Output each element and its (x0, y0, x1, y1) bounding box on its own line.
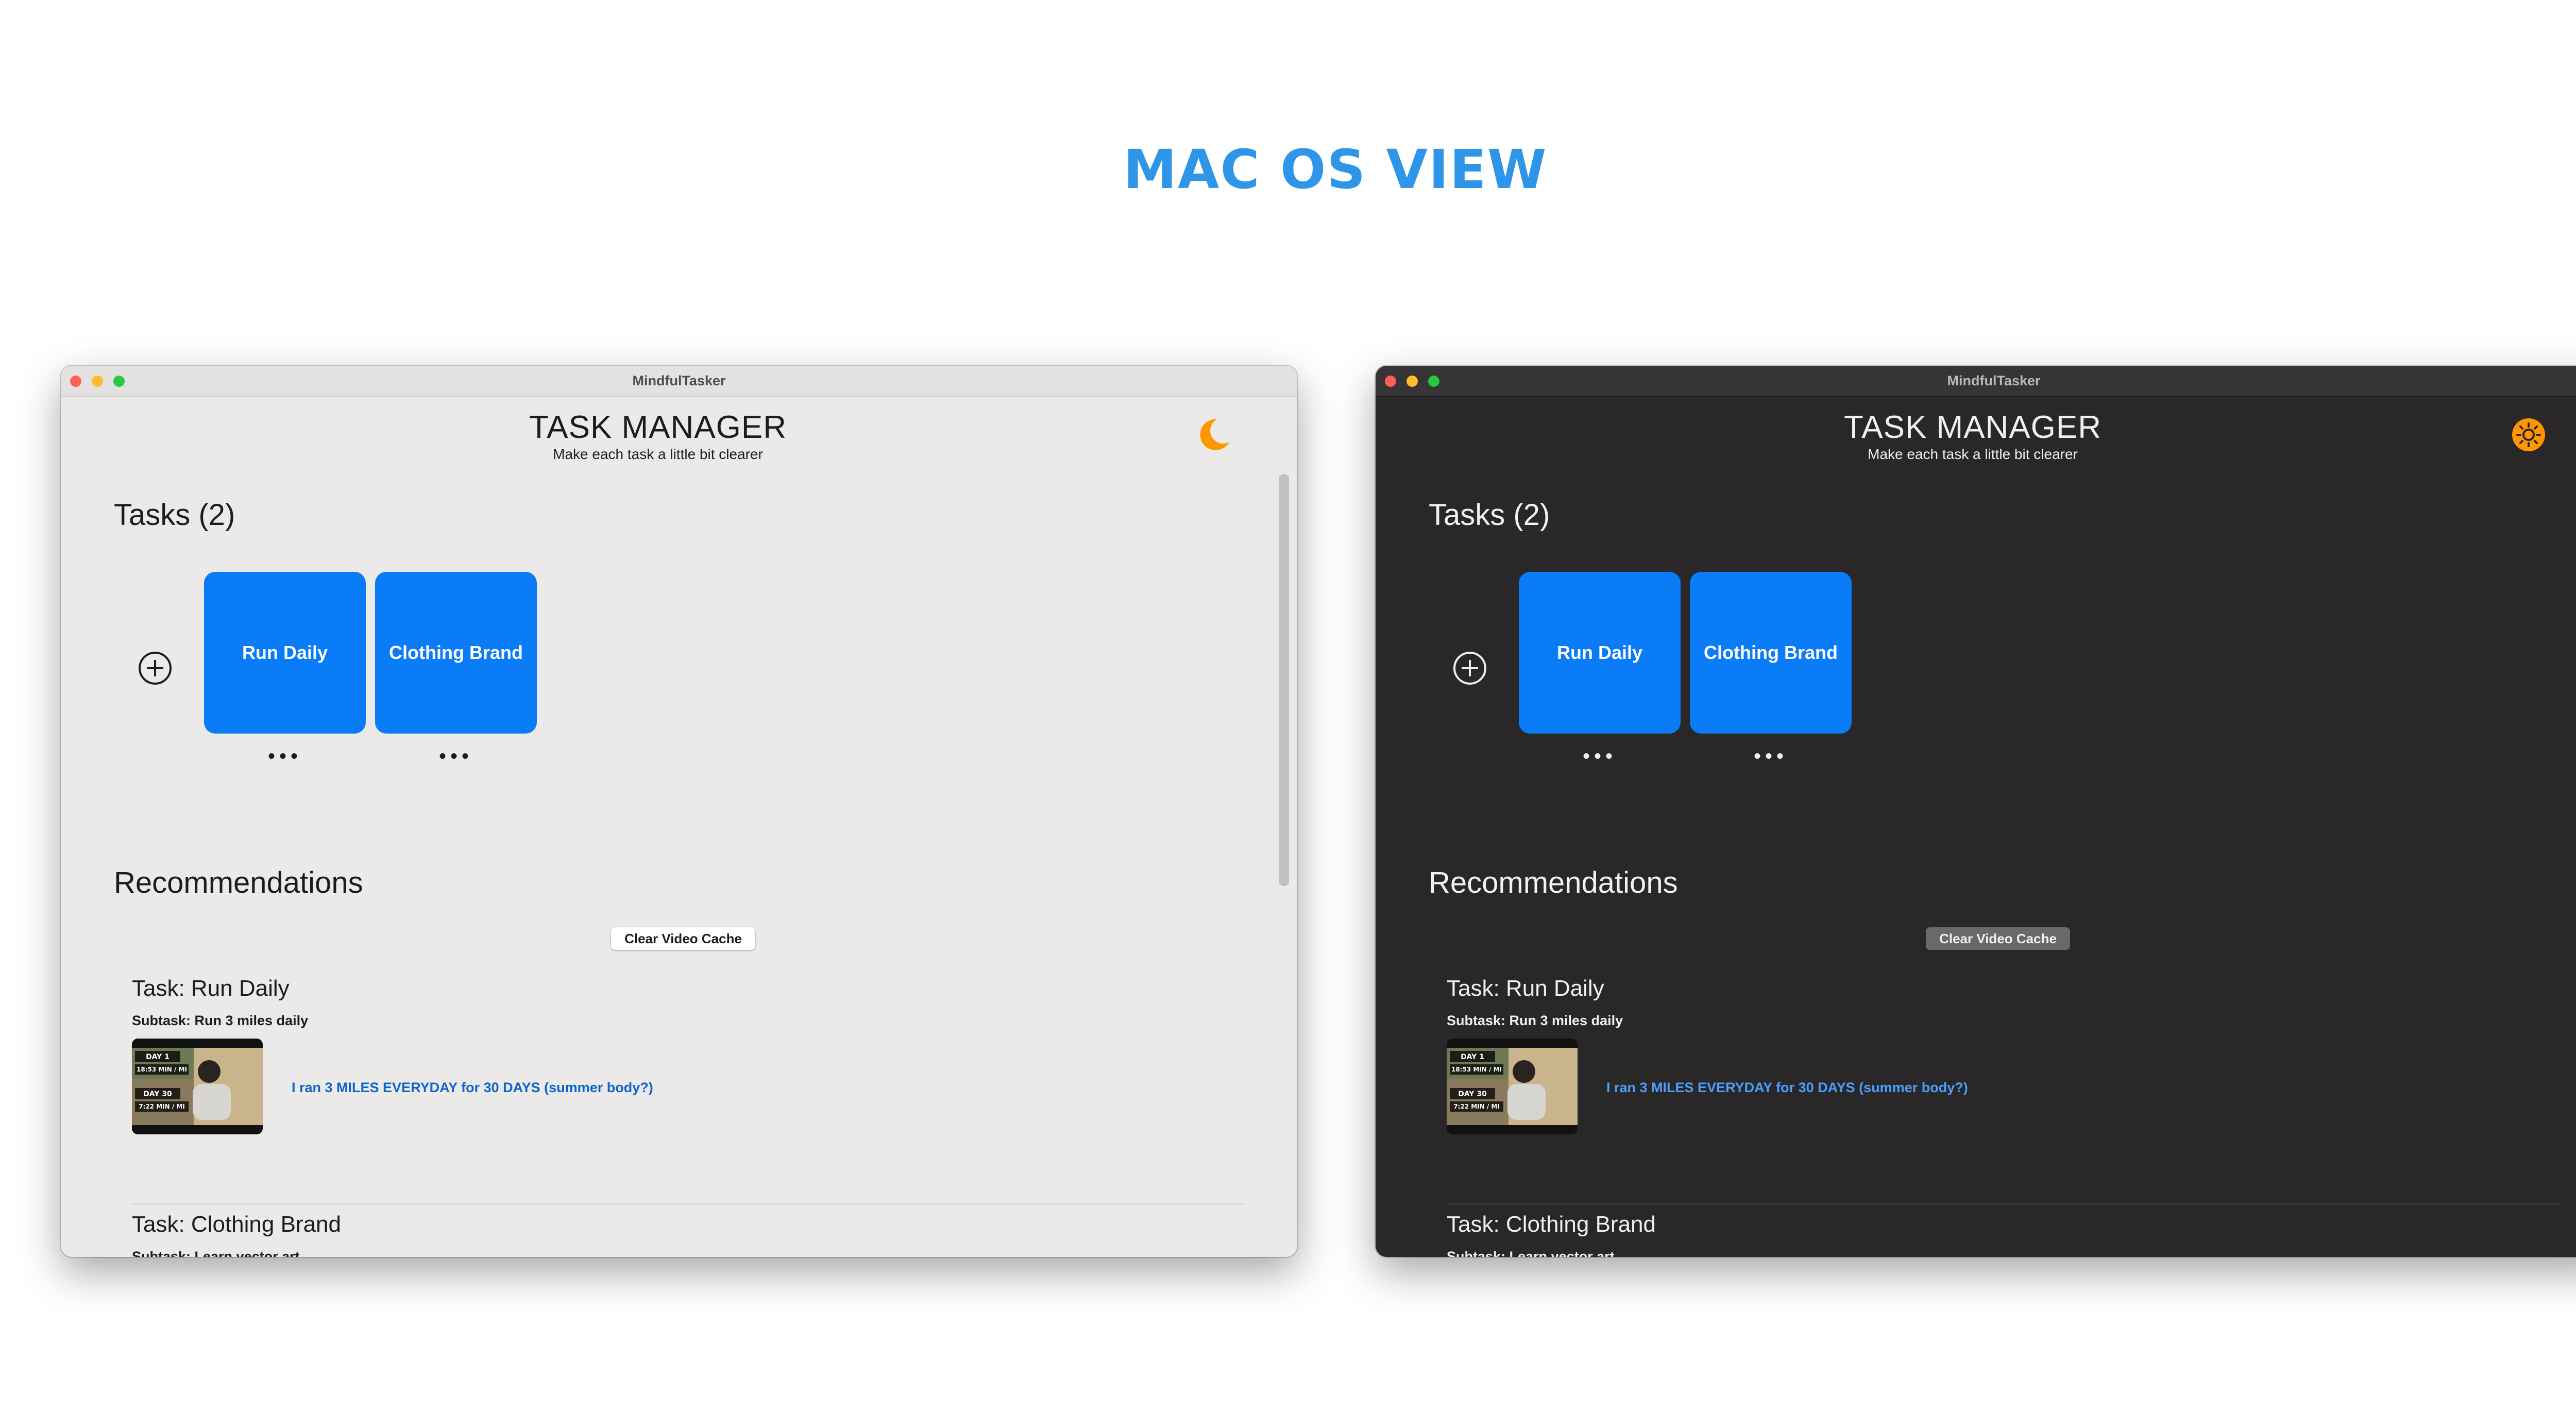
tasks-header: Tasks (2) (114, 498, 235, 532)
scrollbar-thumb[interactable] (1279, 474, 1289, 886)
window-title: MindfulTasker (632, 373, 726, 388)
task-card-clothing-brand[interactable]: Clothing Brand (1690, 572, 1852, 734)
minimize-window-button[interactable] (1406, 376, 1418, 387)
recommendations-header: Recommendations (1429, 866, 1678, 899)
page-heading: mac os view (1123, 138, 1548, 201)
thumbnail-day-1-label: DAY 1 (146, 1053, 170, 1061)
minimize-window-button[interactable] (92, 376, 103, 387)
thumbnail-day-30-pace: 7:22 MIN / MI (139, 1103, 185, 1110)
task-options-button[interactable]: ••• (375, 746, 537, 767)
add-task-button[interactable] (1452, 650, 1488, 686)
thumbnail-day-30-label: DAY 30 (143, 1090, 172, 1098)
plus-circle-icon (139, 652, 172, 685)
video-thumbnail[interactable]: DAY 1 18:53 MIN / MI DAY 30 7:22 MIN / M… (132, 1039, 263, 1134)
app-subtitle: Make each task a little bit clearer (1868, 446, 2078, 462)
video-title-link[interactable]: I ran 3 MILES EVERYDAY for 30 DAYS (summ… (292, 1080, 653, 1096)
light-mode-window: MindfulTasker TASK MANAGER Make each tas… (61, 366, 1297, 1257)
theme-toggle-button[interactable] (1194, 415, 1233, 454)
video-thumbnail[interactable]: DAY 1 18:53 MIN / MI DAY 30 7:22 MIN / M… (1447, 1039, 1578, 1134)
recommendation-subtask: Subtask: Run 3 miles daily (132, 1013, 309, 1028)
task-card-run-daily[interactable]: Run Daily (1519, 572, 1681, 734)
moon-icon (1200, 419, 1229, 450)
recommendation-task-title: Task: Run Daily (1447, 976, 1604, 1001)
divider (132, 1203, 1245, 1204)
task-card-run-daily[interactable]: Run Daily (204, 572, 366, 734)
scrollbar[interactable] (1279, 474, 1289, 1247)
task-options-button[interactable]: ••• (1690, 746, 1852, 767)
recommendations-header: Recommendations (114, 866, 363, 899)
tasks-header: Tasks (2) (1429, 498, 1550, 532)
recommendation-task-title: Task: Clothing Brand (1447, 1212, 1656, 1237)
sun-icon (2512, 418, 2545, 451)
recommendation-subtask: Subtask: Learn vector art (132, 1249, 300, 1257)
task-options-button[interactable]: ••• (1519, 746, 1681, 767)
app-title: TASK MANAGER (1843, 410, 2102, 445)
zoom-window-button[interactable] (113, 376, 125, 387)
app-subtitle: Make each task a little bit clearer (553, 446, 763, 462)
theme-toggle-button[interactable] (2509, 415, 2548, 454)
close-window-button[interactable] (70, 376, 81, 387)
add-task-button[interactable] (137, 650, 173, 686)
clear-video-cache-button[interactable]: Clear Video Cache (611, 927, 755, 950)
thumbnail-day-1-pace: 18:53 MIN / MI (137, 1066, 187, 1073)
zoom-window-button[interactable] (1428, 376, 1439, 387)
plus-circle-icon (1453, 652, 1486, 685)
task-card-clothing-brand[interactable]: Clothing Brand (375, 572, 537, 734)
thumbnail-day-1-label: DAY 1 (1461, 1053, 1484, 1061)
recommendation-task-title: Task: Run Daily (132, 976, 290, 1001)
video-title-link[interactable]: I ran 3 MILES EVERYDAY for 30 DAYS (summ… (1606, 1080, 1968, 1096)
thumbnail-day-30-label: DAY 30 (1458, 1090, 1487, 1098)
window-titlebar[interactable]: MindfulTasker (1376, 366, 2576, 397)
recommendation-subtask: Subtask: Run 3 miles daily (1447, 1013, 1623, 1028)
clear-video-cache-button[interactable]: Clear Video Cache (1926, 927, 2070, 950)
recommendation-subtask: Subtask: Learn vector art (1447, 1249, 1615, 1257)
thumbnail-day-30-pace: 7:22 MIN / MI (1453, 1103, 1500, 1110)
recommendation-task-title: Task: Clothing Brand (132, 1212, 341, 1237)
dark-mode-window: MindfulTasker TASK MANAGER Make each tas… (1376, 366, 2576, 1257)
window-titlebar[interactable]: MindfulTasker (61, 366, 1297, 397)
close-window-button[interactable] (1385, 376, 1396, 387)
window-title: MindfulTasker (1947, 373, 2041, 388)
divider (1447, 1203, 2560, 1204)
task-options-button[interactable]: ••• (204, 746, 366, 767)
thumbnail-day-1-pace: 18:53 MIN / MI (1451, 1066, 1502, 1073)
app-title: TASK MANAGER (529, 410, 787, 445)
